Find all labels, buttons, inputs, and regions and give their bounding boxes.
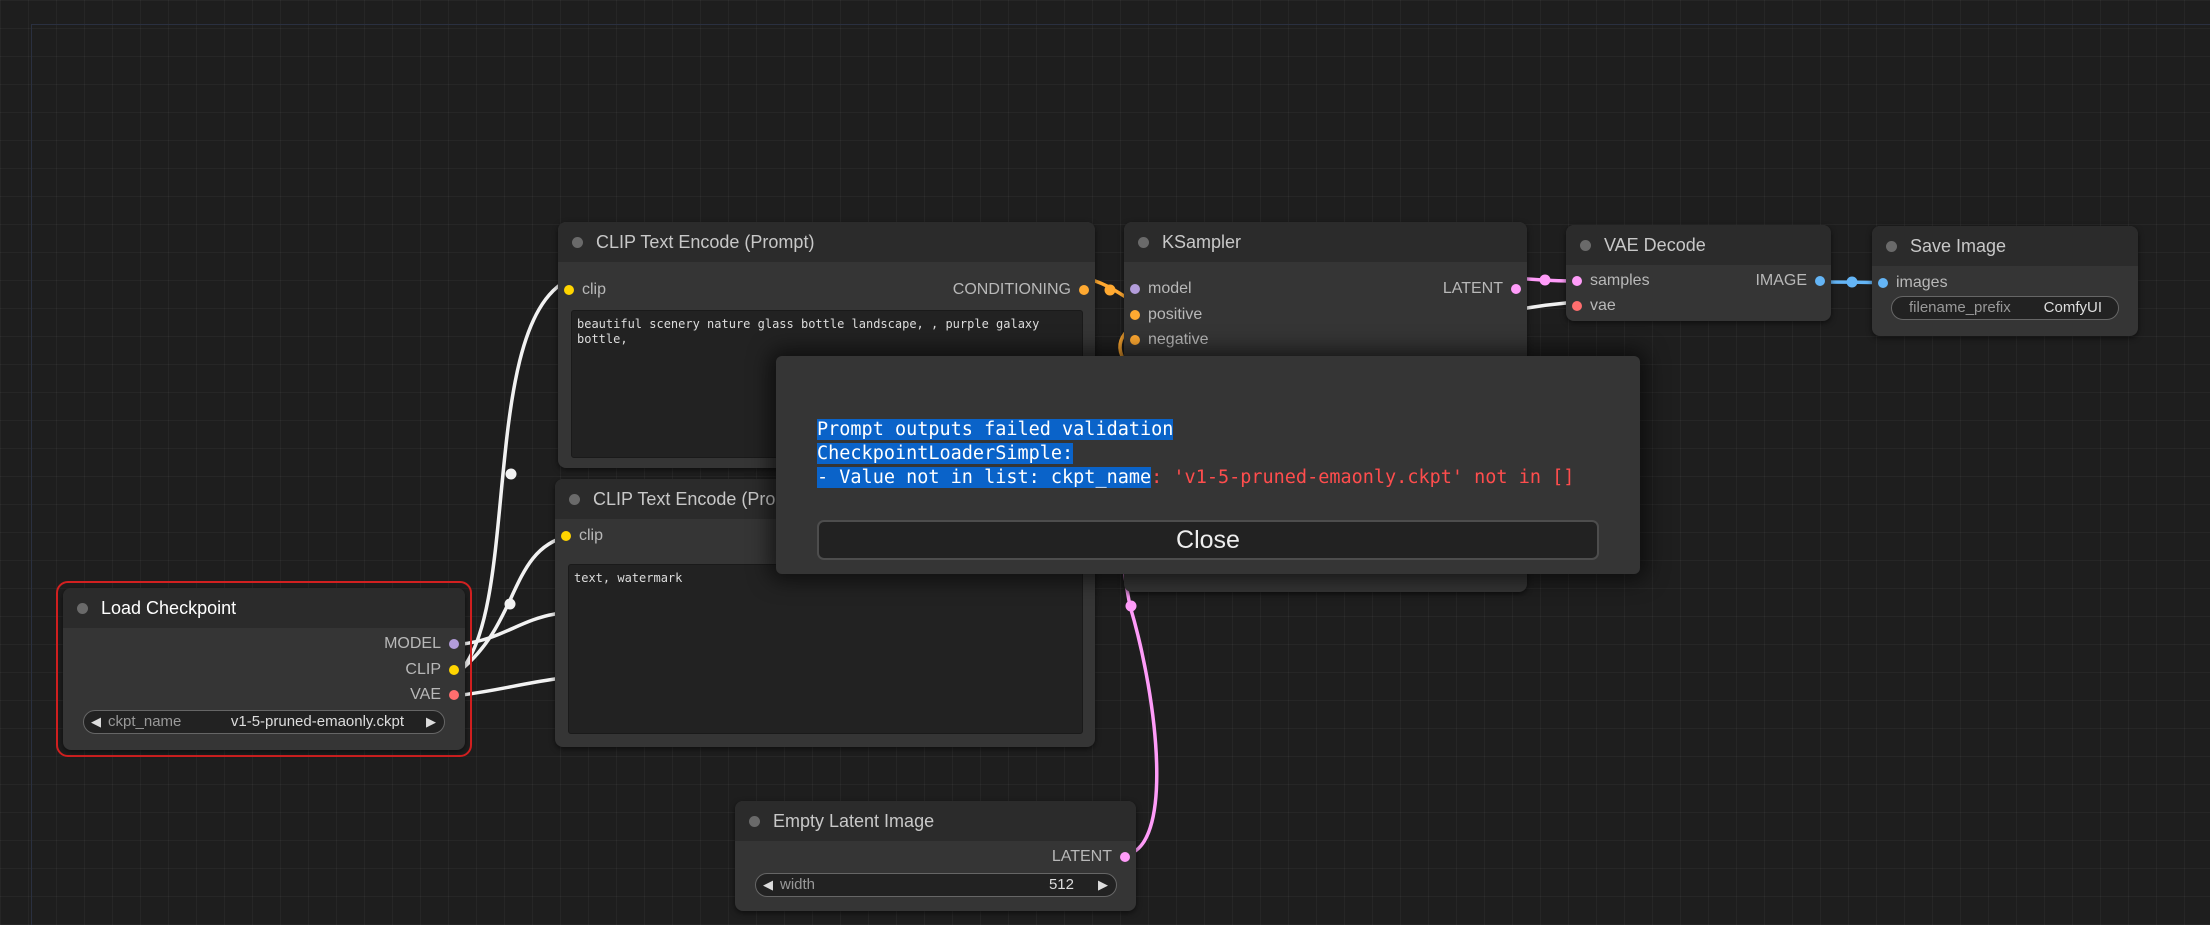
- decrement-arrow-icon[interactable]: ◀: [91, 711, 101, 733]
- node-title[interactable]: KSampler: [1124, 222, 1527, 262]
- vae-slot-icon[interactable]: [1572, 301, 1582, 311]
- link-vae-2: [1525, 301, 1568, 310]
- negative-slot-icon[interactable]: [1130, 335, 1140, 345]
- widget-value: ComfyUI: [2043, 299, 2102, 316]
- collapse-dot-icon[interactable]: [572, 237, 583, 248]
- reroute-latent: [1539, 274, 1551, 286]
- widget-value: v1-5-pruned-emaonly.ckpt: [230, 713, 404, 730]
- latent-slot-icon[interactable]: [1120, 852, 1130, 862]
- slot-label: negative: [1148, 331, 1209, 348]
- input-images[interactable]: images: [1872, 273, 1948, 293]
- widget-label: width: [780, 876, 816, 893]
- conditioning-slot-icon[interactable]: [1079, 285, 1089, 295]
- node-title[interactable]: Save Image: [1872, 226, 2138, 266]
- reroute-image: [1846, 276, 1858, 288]
- positive-slot-icon[interactable]: [1130, 310, 1140, 320]
- input-clip[interactable]: clip: [558, 280, 606, 300]
- vae-slot-icon[interactable]: [449, 690, 459, 700]
- slot-label: images: [1896, 274, 1948, 291]
- slot-label: CLIP: [405, 661, 441, 678]
- node-empty-latent-image[interactable]: Empty Latent Image LATENT ◀ width 512 ▶: [735, 801, 1136, 911]
- node-title[interactable]: Empty Latent Image: [735, 801, 1136, 841]
- input-samples[interactable]: samples: [1566, 271, 1650, 291]
- slot-label: samples: [1590, 272, 1650, 289]
- widget-value: 512: [1048, 876, 1074, 893]
- slot-label: MODEL: [384, 635, 441, 652]
- input-clip[interactable]: clip: [555, 526, 603, 546]
- error-line-3-rest: : 'v1-5-pruned-emaonly.ckpt' not in []: [1151, 467, 1575, 488]
- output-conditioning[interactable]: CONDITIONING: [953, 280, 1095, 300]
- slot-label: clip: [582, 281, 607, 298]
- samples-slot-icon[interactable]: [1572, 276, 1582, 286]
- slot-label: LATENT: [1442, 280, 1503, 297]
- output-latent[interactable]: LATENT: [1443, 279, 1527, 299]
- collapse-dot-icon[interactable]: [749, 816, 760, 827]
- error-dialog: Prompt outputs failed validation Checkpo…: [776, 356, 1640, 574]
- slot-label: VAE: [410, 686, 441, 703]
- slot-label: vae: [1590, 297, 1616, 314]
- input-model[interactable]: model: [1124, 279, 1192, 299]
- model-slot-icon[interactable]: [449, 639, 459, 649]
- collapse-dot-icon[interactable]: [1886, 241, 1897, 252]
- node-save-image[interactable]: Save Image images filename_prefix ComfyU…: [1872, 226, 2138, 336]
- node-vae-decode[interactable]: VAE Decode samples vae IMAGE: [1566, 225, 1831, 321]
- output-clip[interactable]: CLIP: [405, 660, 465, 680]
- collapse-dot-icon[interactable]: [569, 494, 580, 505]
- decrement-arrow-icon[interactable]: ◀: [763, 874, 773, 896]
- slot-label: CONDITIONING: [952, 281, 1071, 298]
- clip-slot-icon[interactable]: [561, 531, 571, 541]
- output-vae[interactable]: VAE: [410, 685, 465, 705]
- input-positive[interactable]: positive: [1124, 305, 1202, 325]
- input-vae[interactable]: vae: [1566, 296, 1616, 316]
- widget-label: ckpt_name: [108, 713, 182, 730]
- error-message: Prompt outputs failed validation Checkpo…: [817, 418, 1574, 490]
- node-title[interactable]: Load Checkpoint: [63, 588, 465, 628]
- ckpt-name-widget[interactable]: ◀ ckpt_name v1-5-pruned-emaonly.ckpt ▶: [83, 710, 445, 734]
- collapse-dot-icon[interactable]: [1138, 237, 1149, 248]
- error-line-1: Prompt outputs failed validation: [817, 419, 1174, 440]
- slot-label: model: [1148, 280, 1192, 297]
- node-load-checkpoint[interactable]: Load Checkpoint MODEL CLIP VAE ◀ ckpt_na…: [63, 588, 465, 750]
- error-line-2: CheckpointLoaderSimple:: [817, 443, 1074, 464]
- image-slot-icon[interactable]: [1815, 276, 1825, 286]
- close-button[interactable]: Close: [817, 520, 1599, 560]
- link-vae: [460, 677, 557, 697]
- node-title[interactable]: CLIP Text Encode (Prompt): [558, 222, 1095, 262]
- output-model[interactable]: MODEL: [384, 634, 465, 654]
- slot-label: LATENT: [1051, 848, 1112, 865]
- increment-arrow-icon[interactable]: ▶: [1098, 874, 1108, 896]
- slot-label: IMAGE: [1755, 272, 1807, 289]
- reroute-conditioning: [1104, 284, 1116, 296]
- images-slot-icon[interactable]: [1878, 278, 1888, 288]
- model-slot-icon[interactable]: [1130, 284, 1140, 294]
- slot-label: clip: [579, 527, 604, 544]
- reroute-clip-1: [505, 468, 517, 480]
- collapse-dot-icon[interactable]: [1580, 240, 1591, 251]
- node-title[interactable]: VAE Decode: [1566, 225, 1831, 265]
- output-latent[interactable]: LATENT: [1052, 847, 1136, 867]
- widget-label: filename_prefix: [1909, 299, 2011, 316]
- output-image[interactable]: IMAGE: [1755, 271, 1831, 291]
- clip-slot-icon[interactable]: [564, 285, 574, 295]
- collapse-dot-icon[interactable]: [77, 603, 88, 614]
- increment-arrow-icon[interactable]: ▶: [426, 711, 436, 733]
- clip-slot-icon[interactable]: [449, 665, 459, 675]
- filename-prefix-widget[interactable]: filename_prefix ComfyUI: [1891, 296, 2119, 320]
- reroute-clip-2: [504, 598, 516, 610]
- reroute-empty-latent: [1125, 600, 1137, 612]
- error-line-3-highlight: - Value not in list: ckpt_name: [817, 467, 1152, 488]
- width-widget[interactable]: ◀ width 512 ▶: [755, 873, 1117, 897]
- slot-label: positive: [1148, 306, 1203, 323]
- input-negative[interactable]: negative: [1124, 330, 1209, 350]
- prompt-text-area[interactable]: text, watermark: [568, 564, 1083, 734]
- latent-slot-icon[interactable]: [1511, 284, 1521, 294]
